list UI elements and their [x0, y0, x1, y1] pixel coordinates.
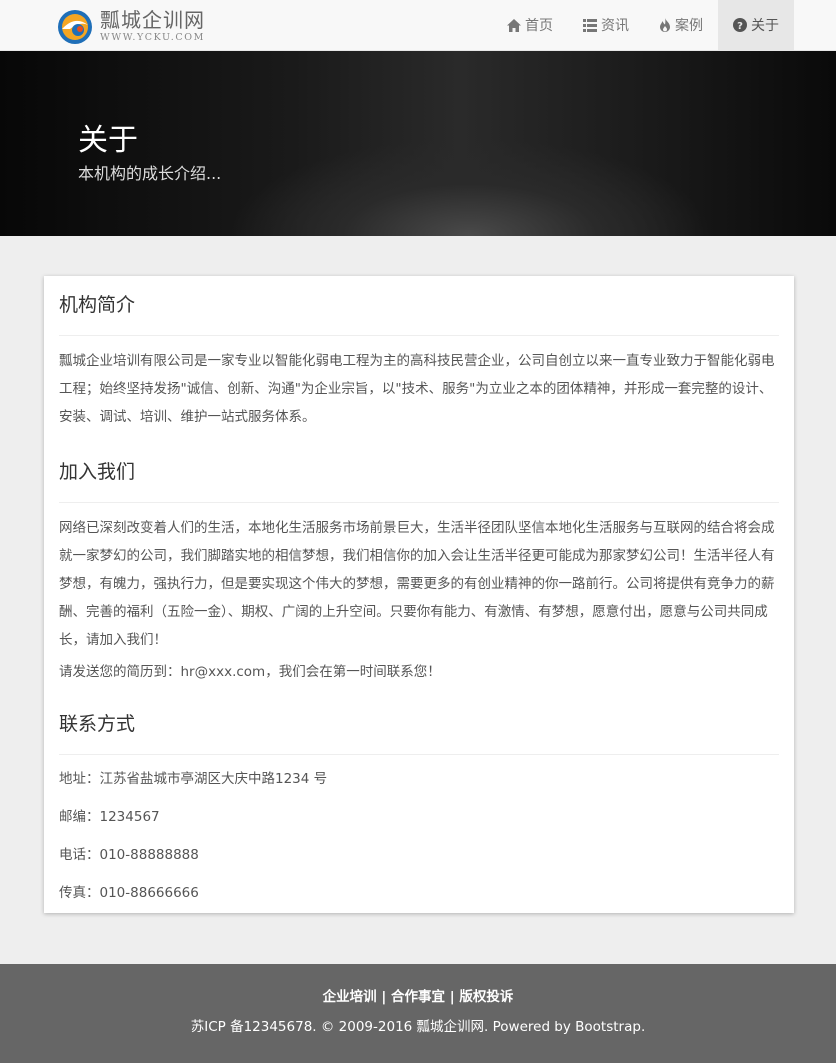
question-circle-icon: ?: [733, 18, 747, 32]
nav-item-label: 案例: [675, 18, 703, 34]
home-icon: [507, 18, 521, 32]
svg-text:?: ?: [737, 21, 743, 32]
contact-fax: 传真：010-88666666: [59, 885, 199, 901]
page-title: 关于: [78, 123, 138, 158]
brand-logo-icon: [56, 7, 94, 45]
footer-copyright: 苏ICP 备12345678. © 2009-2016 瓢城企训网. Power…: [190, 1019, 646, 1035]
contact-phone: 电话：010-88888888: [59, 847, 199, 863]
nav-item-label: 关于: [751, 18, 779, 34]
contact-address: 地址：江苏省盐城市亭湖区大庆中路1234 号: [59, 771, 328, 787]
page-header-banner: 关于 本机构的成长介绍...: [0, 51, 836, 236]
nav-item-about[interactable]: ? 关于: [718, 0, 794, 50]
intro-text: 瓢城企业培训有限公司是一家专业以智能化弱电工程为主的高科技民营企业，公司自创立以…: [59, 353, 775, 425]
content-panel: 机构简介 瓢城企业培训有限公司是一家专业以智能化弱电工程为主的高科技民营企业，公…: [44, 276, 794, 913]
section-title-join: 加入我们: [59, 443, 779, 503]
nav-item-home[interactable]: 首页: [492, 0, 568, 50]
resume-text: 请发送您的简历到：hr@xxx.com，我们会在第一时间联系您！: [59, 664, 441, 680]
page-footer: 企业培训 | 合作事宜 | 版权投诉 苏ICP 备12345678. © 200…: [0, 964, 836, 1063]
join-text: 网络已深刻改变着人们的生活，本地化生活服务市场前景巨大，生活半径团队坚信本地化生…: [59, 520, 775, 648]
main-nav: 首页 资讯 案例 ? 关于: [492, 0, 794, 50]
footer-separator: |: [449, 989, 455, 1005]
nav-item-label: 首页: [525, 18, 553, 34]
section-title-intro: 机构简介: [59, 276, 779, 336]
contact-postcode: 邮编：1234567: [59, 809, 160, 825]
top-navbar: 瓢城企训网 WWW.YCKU.COM 首页 资讯 案例 ? 关于: [0, 0, 836, 51]
fire-icon: [660, 18, 670, 32]
footer-links: 企业培训 | 合作事宜 | 版权投诉: [0, 985, 836, 1005]
nav-item-label: 资讯: [601, 18, 629, 34]
page-subtitle: 本机构的成长介绍...: [78, 164, 222, 183]
footer-link-training[interactable]: 企业培训: [323, 989, 377, 1005]
section-title-contact: 联系方式: [59, 695, 779, 755]
nav-item-news[interactable]: 资讯: [568, 0, 644, 50]
brand-url: WWW.YCKU.COM: [100, 32, 205, 43]
footer-link-cooperation[interactable]: 合作事宜: [391, 989, 445, 1005]
nav-item-cases[interactable]: 案例: [644, 0, 718, 50]
footer-link-copyright-complaint[interactable]: 版权投诉: [459, 989, 513, 1005]
brand-logo-link[interactable]: 瓢城企训网 WWW.YCKU.COM: [56, 6, 205, 46]
brand-name: 瓢城企训网: [100, 8, 205, 32]
list-icon: [583, 18, 597, 32]
footer-separator: |: [381, 989, 387, 1005]
